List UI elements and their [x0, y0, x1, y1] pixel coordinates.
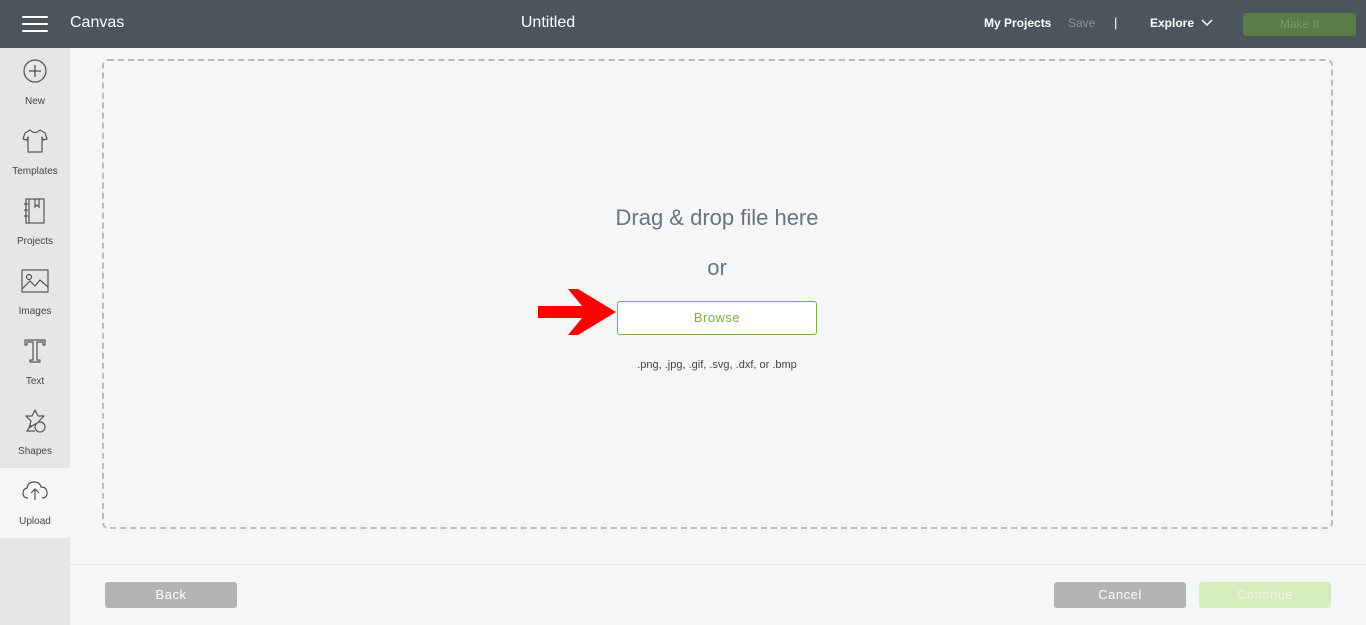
plus-circle-icon: [23, 59, 47, 83]
top-bar: Canvas Untitled My Projects Save | Explo…: [0, 0, 1366, 48]
sidebar: New Templates Projects Images Text Shape…: [0, 48, 70, 625]
back-button[interactable]: Back: [105, 582, 237, 608]
browse-button[interactable]: Browse: [617, 301, 817, 335]
explore-menu[interactable]: Explore: [1150, 16, 1194, 30]
shapes-icon: [25, 409, 46, 433]
save-button[interactable]: Save: [1068, 16, 1095, 30]
header-divider: |: [1114, 15, 1118, 30]
sidebar-item-label: New: [24, 96, 45, 107]
supported-formats: .png, .jpg, .gif, .svg, .dxf, or .bmp: [637, 359, 797, 371]
my-projects-link[interactable]: My Projects: [984, 16, 1051, 30]
make-it-button[interactable]: Make It: [1243, 13, 1356, 36]
drag-drop-heading: Drag & drop file here: [615, 205, 819, 230]
cancel-button[interactable]: Cancel: [1054, 582, 1186, 608]
sidebar-item-label: Upload: [19, 516, 51, 527]
or-separator: or: [707, 255, 727, 280]
sidebar-item-upload[interactable]: Upload: [0, 468, 70, 538]
chevron-down-icon[interactable]: [1200, 16, 1214, 30]
sidebar-item-templates[interactable]: Templates: [0, 118, 70, 188]
continue-button[interactable]: Continue: [1199, 582, 1331, 608]
red-arrow-icon: [538, 289, 616, 335]
file-dropzone[interactable]: [102, 59, 1333, 529]
sidebar-item-label: Projects: [16, 236, 54, 247]
document-title[interactable]: Untitled: [0, 14, 1096, 32]
sidebar-item-new[interactable]: New: [0, 48, 70, 118]
sidebar-item-label: Templates: [12, 166, 58, 177]
sidebar-item-shapes[interactable]: Shapes: [0, 398, 70, 468]
sidebar-item-label: Shapes: [18, 446, 52, 457]
sidebar-item-label: Text: [25, 376, 45, 387]
tshirt-icon: [22, 129, 48, 153]
sidebar-item-label: Images: [18, 306, 52, 317]
cloud-upload-icon: [22, 481, 48, 500]
